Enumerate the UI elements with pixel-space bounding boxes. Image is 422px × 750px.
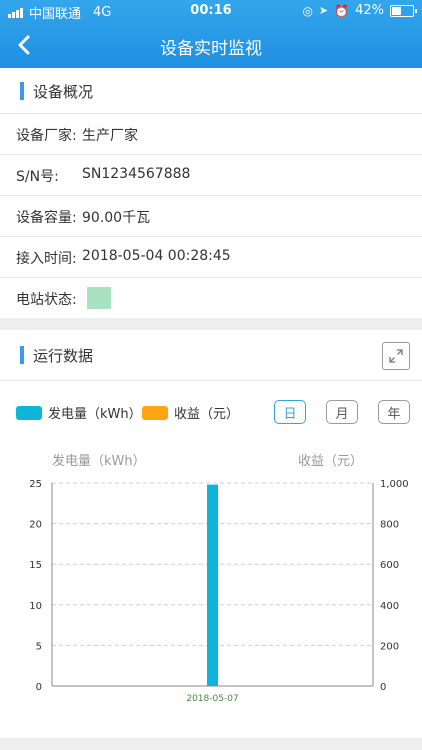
overview-title: 设备概况	[33, 83, 94, 101]
y2-tick-label: 600	[380, 560, 399, 571]
station-status-label: 电站状态:	[16, 292, 77, 308]
y-tick-label: 25	[29, 479, 42, 490]
sn-row: S/N号: SN1234567888	[0, 155, 422, 196]
battery-icon	[390, 4, 417, 17]
running-title: 运行数据	[33, 347, 94, 365]
section-accent-bar	[20, 346, 24, 364]
x-tick-label: 2018-05-07	[186, 694, 238, 704]
legend-generation-label: 发电量（kWh）	[48, 407, 142, 422]
y-axis-title: 发电量（kWh）	[52, 453, 146, 469]
legend-swatch-revenue	[142, 405, 168, 420]
y2-tick-label: 400	[380, 601, 399, 612]
status-bar: 中国联通 4G 00:16 ◎ ➤ ⏰ 42%	[0, 0, 422, 22]
sn-value: SN1234567888	[82, 166, 191, 182]
period-month-button[interactable]: 月	[326, 400, 358, 424]
capacity-value: 90.00千瓦	[82, 210, 151, 226]
y-tick-label: 5	[36, 641, 42, 652]
y2-tick-label: 200	[380, 641, 399, 652]
manufacturer-value: 生产厂家	[82, 128, 138, 144]
access-time-value: 2018-05-04 00:28:45	[82, 248, 231, 264]
app-header: 中国联通 4G 00:16 ◎ ➤ ⏰ 42% 设备实时监视	[0, 0, 422, 68]
nav-bar: 设备实时监视	[0, 22, 422, 68]
legend-revenue[interactable]: 收益（元）	[142, 403, 239, 422]
orientation-lock-icon: ◎	[302, 3, 313, 18]
sn-label: S/N号:	[16, 169, 59, 185]
battery-percent: 42%	[355, 3, 384, 18]
access-time-row: 接入时间: 2018-05-04 00:28:45	[0, 237, 422, 278]
y-tick-label: 20	[29, 520, 42, 531]
overview-card: 设备概况 设备厂家: 生产厂家 S/N号: SN1234567888 设备容量:…	[0, 68, 422, 318]
station-status-indicator	[87, 287, 111, 309]
y2-axis-title: 收益（元）	[298, 454, 363, 469]
alarm-icon: ⏰	[334, 3, 350, 18]
chart-svg: 发电量（kWh） 收益（元） 0 0 5 200 10 400 15 600 20 800 25 1,…	[29, 453, 409, 704]
generation-chart: 发电量（kWh） 收益（元） 0 0 5 200 10 400 15 600 20 800 25 1,…	[0, 440, 422, 730]
running-data-card: 运行数据 发电量（kWh） 收益（元） 日 月 年 发电量（kWh） 收益（元）…	[0, 330, 422, 738]
station-status-row: 电站状态:	[0, 278, 422, 320]
y-tick-label: 0	[36, 682, 42, 693]
legend-generation[interactable]: 发电量（kWh）	[16, 403, 142, 422]
y2-tick-label: 0	[380, 682, 386, 693]
expand-icon	[389, 349, 403, 363]
capacity-label: 设备容量:	[16, 210, 77, 226]
period-year-button[interactable]: 年	[378, 400, 410, 424]
capacity-row: 设备容量: 90.00千瓦	[0, 196, 422, 237]
section-accent-bar	[20, 82, 24, 100]
legend-swatch-generation	[16, 405, 42, 420]
page-title: 设备实时监视	[160, 39, 262, 59]
bottom-spacer	[0, 738, 422, 750]
manufacturer-label: 设备厂家:	[16, 128, 77, 144]
bar-generation	[207, 484, 218, 686]
chart-legend: 发电量（kWh） 收益（元） 日 月 年	[0, 380, 422, 430]
running-header: 运行数据	[0, 330, 422, 381]
y-tick-label: 10	[29, 601, 42, 612]
y2-tick-label: 1,000	[380, 479, 409, 490]
location-icon: ➤	[318, 4, 329, 17]
period-day-button[interactable]: 日	[274, 400, 306, 424]
overview-header: 设备概况	[0, 68, 422, 114]
access-time-label: 接入时间:	[16, 251, 77, 267]
fullscreen-button[interactable]	[382, 342, 410, 370]
legend-revenue-label: 收益（元）	[174, 407, 240, 422]
y2-tick-label: 800	[380, 520, 399, 531]
manufacturer-row: 设备厂家: 生产厂家	[0, 114, 422, 155]
y-tick-label: 15	[29, 560, 42, 571]
